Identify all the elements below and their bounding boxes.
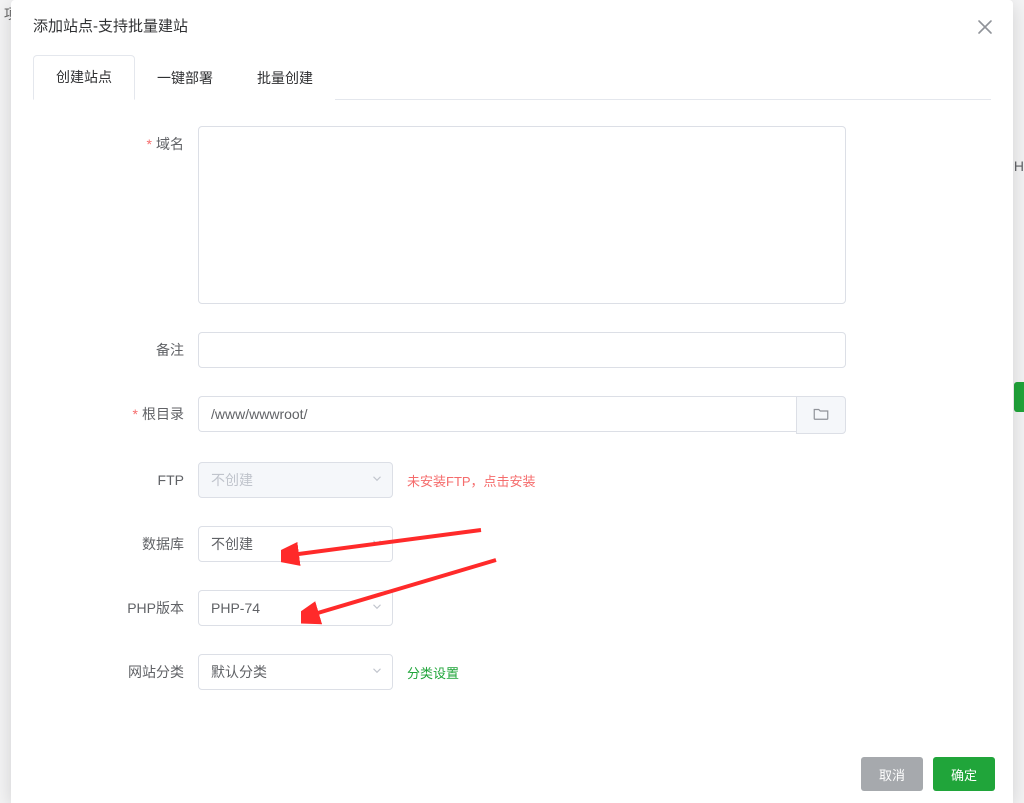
ftp-select-value: 不创建 (211, 470, 253, 490)
folder-icon (812, 405, 830, 426)
confirm-button[interactable]: 确定 (933, 757, 995, 791)
label-domain: 域名 (33, 126, 198, 162)
tab-batch-create[interactable]: 批量创建 (235, 57, 335, 100)
chevron-down-icon (370, 536, 384, 553)
dialog-title: 添加站点-支持批量建站 (33, 18, 188, 35)
root-path-input[interactable] (198, 396, 796, 432)
close-icon[interactable] (975, 17, 995, 37)
label-remark: 备注 (33, 332, 198, 368)
label-database: 数据库 (33, 526, 198, 562)
php-version-select-value: PHP-74 (211, 600, 260, 616)
dialog-header: 添加站点-支持批量建站 (11, 0, 1013, 55)
ftp-install-link[interactable]: 未安装FTP，点击安装 (407, 471, 536, 490)
category-select[interactable]: 默认分类 (198, 654, 393, 690)
bg-green-button-fragment[interactable] (1014, 382, 1024, 412)
dialog-footer: 取消 确定 (11, 744, 1013, 803)
label-ftp: FTP (33, 462, 198, 498)
browse-folder-button[interactable] (796, 396, 846, 434)
domain-textarea[interactable] (198, 126, 846, 304)
label-category: 网站分类 (33, 654, 198, 690)
chevron-down-icon (370, 664, 384, 681)
label-php-version: PHP版本 (33, 590, 198, 626)
database-select[interactable]: 不创建 (198, 526, 393, 562)
cancel-button[interactable]: 取消 (861, 757, 923, 791)
label-root: 根目录 (33, 396, 198, 432)
database-select-value: 不创建 (211, 534, 253, 554)
chevron-down-icon (370, 472, 384, 489)
add-site-dialog: 添加站点-支持批量建站 创建站点 一键部署 批量创建 域名 备注 根目录 (11, 0, 1013, 803)
tabs: 创建站点 一键部署 批量创建 (33, 55, 991, 100)
tab-one-click-deploy[interactable]: 一键部署 (135, 57, 235, 100)
php-version-select[interactable]: PHP-74 (198, 590, 393, 626)
tab-create-site[interactable]: 创建站点 (33, 55, 135, 100)
remark-input[interactable] (198, 332, 846, 368)
chevron-down-icon (370, 600, 384, 617)
form-body: 域名 备注 根目录 (11, 100, 1013, 744)
category-settings-link[interactable]: 分类设置 (407, 663, 459, 682)
ftp-select: 不创建 (198, 462, 393, 498)
category-select-value: 默认分类 (211, 662, 267, 682)
